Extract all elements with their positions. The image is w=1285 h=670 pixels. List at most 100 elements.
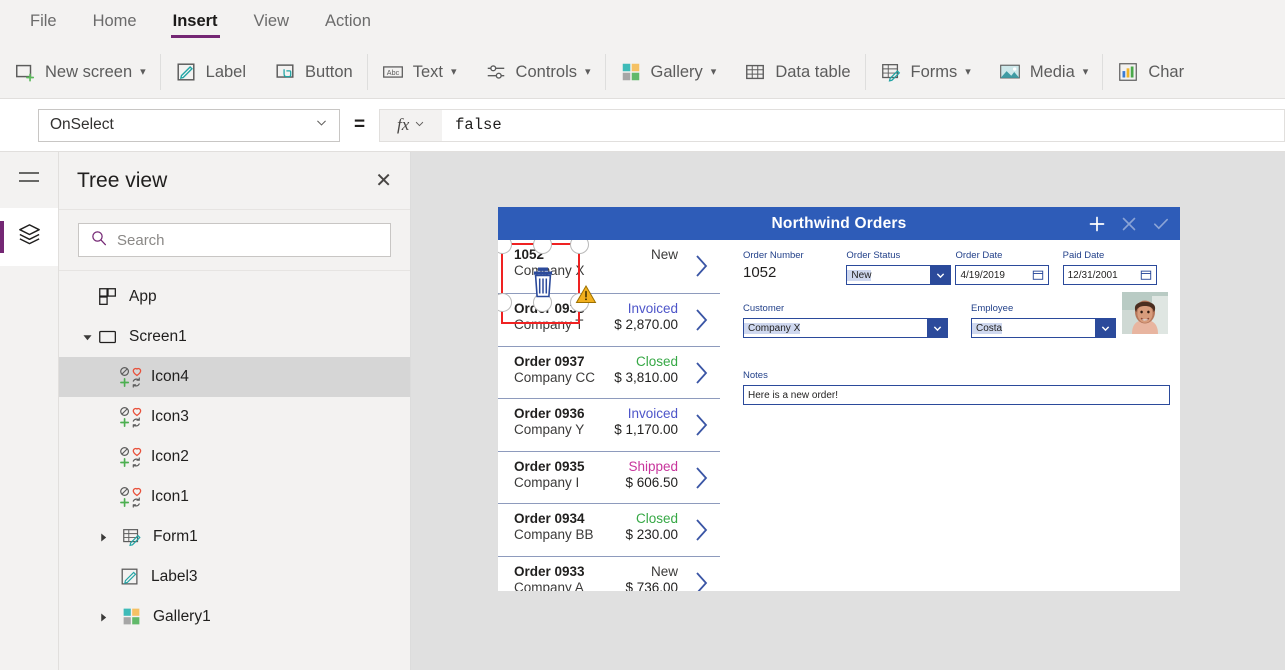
menu-bar: File Home Insert View Action — [0, 0, 1285, 46]
field-order-number: Order Number 1052 — [743, 250, 846, 285]
tree-item-app[interactable]: App — [59, 277, 410, 317]
tree-item-icon1[interactable]: Icon1 — [59, 477, 410, 517]
ribbon-text[interactable]: Abc Text ▾ — [368, 46, 471, 98]
app-header-actions — [1087, 207, 1171, 240]
chevron-down-icon[interactable] — [927, 319, 947, 337]
chevron-down-icon: ▾ — [451, 65, 457, 78]
gallery-row-selected[interactable]: 1052 New Company X — [498, 240, 720, 324]
paid-date-picker[interactable]: 12/31/2001 — [1062, 265, 1157, 285]
ribbon-button[interactable]: Button — [260, 46, 367, 98]
chevron-right-icon[interactable] — [693, 307, 710, 333]
resize-handle-nw[interactable] — [498, 240, 512, 254]
search-icon — [91, 230, 107, 251]
data-table-icon — [744, 61, 766, 83]
gallery-order-number: Order 0937 — [514, 353, 585, 369]
confirm-icon[interactable] — [1151, 214, 1171, 234]
hamburger-menu-button[interactable] — [0, 152, 58, 208]
gallery-row-line1: Order 0935 Shipped — [514, 459, 716, 474]
notes-input[interactable]: Here is a new order! — [743, 385, 1170, 405]
ribbon-new-screen[interactable]: New screen ▾ — [0, 46, 160, 98]
customer-dropdown[interactable]: Company X — [743, 318, 948, 338]
gallery-row[interactable]: Order 0933 New Company A $ 736.00 — [498, 557, 720, 591]
gallery-row[interactable]: Order 0935 Shipped Company I $ 606.50 — [498, 452, 720, 504]
chevron-down-icon: ▾ — [585, 65, 591, 78]
screen-icon — [97, 326, 119, 348]
tree-item-form1[interactable]: Form1 — [59, 517, 410, 557]
search-input[interactable]: Search — [78, 223, 391, 257]
app-preview-screen: Northwind Orders 1052 New Company X Orde… — [498, 207, 1180, 591]
tree-expander-collapsed[interactable] — [95, 529, 111, 545]
tree-item-icon2[interactable]: Icon2 — [59, 437, 410, 477]
tree-item-icon4[interactable]: Icon4 — [59, 357, 410, 397]
tree-item-icon3[interactable]: Icon3 — [59, 397, 410, 437]
chevron-right-icon[interactable] — [693, 465, 710, 491]
equals-sign: = — [354, 114, 366, 135]
ribbon-controls[interactable]: Controls ▾ — [471, 46, 605, 98]
gallery-company: Company BB — [514, 527, 594, 542]
gallery-order-number: Order 0933 — [514, 563, 585, 579]
chevron-right-icon[interactable] — [693, 517, 710, 543]
charts-icon — [1117, 61, 1139, 83]
cancel-icon[interactable] — [1119, 214, 1139, 234]
tree-expander-collapsed[interactable] — [95, 609, 111, 625]
gallery-row-line1: Order 0936 Invoiced — [514, 406, 716, 421]
ribbon-charts[interactable]: Char — [1103, 46, 1198, 98]
chevron-down-icon: ▾ — [965, 65, 971, 78]
order-date-picker[interactable]: 4/19/2019 — [955, 265, 1050, 285]
property-dropdown[interactable]: OnSelect — [38, 108, 340, 142]
menu-item-view[interactable]: View — [252, 8, 291, 38]
tree-item-screen1[interactable]: Screen1 — [59, 317, 410, 357]
tree-view-list: App Screen1 Icon4 Icon3 Icon2 Icon1 Form… — [59, 271, 410, 637]
field-value: 1052 — [743, 264, 777, 281]
gallery-row-line2: Company Y $ 1,170.00 — [514, 422, 716, 437]
ribbon-media[interactable]: Media ▾ — [985, 46, 1102, 98]
tree-item-gallery1[interactable]: Gallery1 — [59, 597, 410, 637]
employee-dropdown[interactable]: Costa — [971, 318, 1116, 338]
trash-icon[interactable] — [531, 266, 555, 300]
formula-input[interactable]: false — [442, 108, 1285, 142]
ribbon-gallery[interactable]: Gallery ▾ — [606, 46, 731, 98]
customer-value: Company X — [744, 322, 801, 334]
order-status-dropdown[interactable]: New — [846, 265, 952, 285]
ribbon-data-table[interactable]: Data table — [730, 46, 864, 98]
form-row-2: Customer Company X Employee Costa — [743, 303, 1166, 352]
gallery-row[interactable]: Order 0934 Closed Company BB $ 230.00 — [498, 504, 720, 557]
app-canvas[interactable]: Northwind Orders 1052 New Company X Orde… — [411, 152, 1285, 670]
fx-button[interactable]: fx — [379, 108, 443, 142]
chevron-down-icon[interactable] — [930, 266, 951, 284]
gallery-row[interactable]: Order 0936 Invoiced Company Y $ 1,170.00 — [498, 399, 720, 452]
orders-gallery[interactable]: 1052 New Company X Order 0938 Invoiced C… — [498, 240, 720, 591]
close-icon[interactable]: ✕ — [375, 171, 392, 191]
paid-date-value: 12/31/2001 — [1067, 269, 1118, 281]
menu-item-home[interactable]: Home — [91, 8, 139, 38]
menu-item-insert[interactable]: Insert — [170, 8, 220, 38]
tree-expander-expanded[interactable] — [79, 329, 95, 345]
gallery-status: Shipped — [628, 458, 678, 474]
tree-item-label3[interactable]: Label3 — [59, 557, 410, 597]
tree-item-label: App — [129, 288, 157, 305]
chevron-right-icon[interactable] — [693, 412, 710, 438]
gallery-row-line2: Company BB $ 230.00 — [514, 527, 716, 542]
resize-handle-ne[interactable] — [569, 240, 589, 254]
add-icon[interactable] — [1087, 214, 1107, 234]
chevron-right-icon[interactable] — [693, 253, 710, 279]
gallery-row-line2: Company I $ 606.50 — [514, 475, 716, 490]
field-label: Notes — [743, 370, 768, 381]
chevron-right-icon[interactable] — [693, 360, 710, 386]
calendar-icon[interactable] — [1029, 267, 1047, 283]
ribbon-label[interactable]: Label — [161, 46, 260, 98]
chevron-down-icon: ▾ — [710, 65, 717, 78]
app-title: Northwind Orders — [771, 214, 907, 232]
menu-item-file[interactable]: File — [28, 8, 59, 38]
ribbon-forms[interactable]: Forms ▾ — [866, 46, 985, 98]
chevron-down-icon[interactable] — [1095, 319, 1115, 337]
chevron-right-icon[interactable] — [693, 570, 710, 591]
menu-item-action[interactable]: Action — [323, 8, 373, 38]
resize-handle-w[interactable] — [498, 293, 512, 312]
calendar-icon[interactable] — [1137, 267, 1155, 283]
app-header-bar: Northwind Orders — [498, 207, 1180, 240]
rail-tab-tree-view[interactable] — [0, 208, 58, 266]
resize-handle-n[interactable] — [532, 240, 552, 254]
selection-box[interactable] — [498, 240, 589, 324]
gallery-row[interactable]: Order 0937 Closed Company CC $ 3,810.00 — [498, 347, 720, 399]
